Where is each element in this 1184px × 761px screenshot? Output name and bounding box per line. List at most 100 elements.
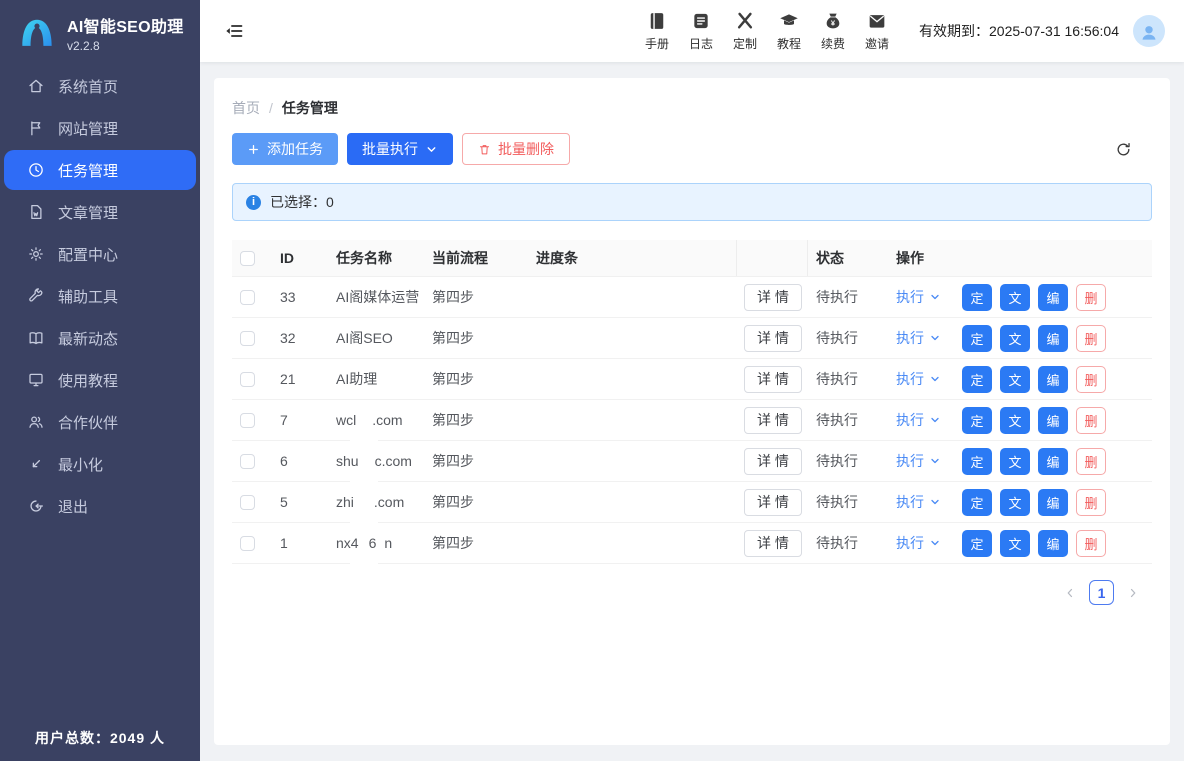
- action-button-article[interactable]: 文: [1000, 530, 1030, 557]
- sidebar-item-assist-tools[interactable]: 辅助工具: [4, 276, 196, 316]
- detail-button[interactable]: 详 情: [744, 366, 802, 393]
- sidebar-item-partners[interactable]: 合作伙伴: [4, 402, 196, 442]
- cell-id: 32: [272, 330, 328, 346]
- col-header-detail: [736, 240, 808, 276]
- breadcrumb-home[interactable]: 首页: [232, 98, 260, 118]
- action-button-delete[interactable]: 删: [1076, 407, 1106, 434]
- detail-button[interactable]: 详 情: [744, 325, 802, 352]
- row-checkbox[interactable]: [240, 454, 255, 469]
- sidebar-item-latest-news[interactable]: 最新动态: [4, 318, 196, 358]
- batch-execute-button[interactable]: 批量执行: [347, 133, 453, 165]
- quick-link-invite[interactable]: 邀请: [855, 11, 899, 52]
- chevron-down-icon: [425, 143, 438, 156]
- action-button-article[interactable]: 文: [1000, 366, 1030, 393]
- execute-dropdown[interactable]: 执行: [896, 533, 941, 553]
- sidebar-item-article-management[interactable]: 文章管理: [4, 192, 196, 232]
- action-button-edit[interactable]: 编: [1038, 530, 1068, 557]
- action-button-schedule[interactable]: 定: [962, 284, 992, 311]
- cell-id: 5: [272, 494, 328, 510]
- action-button-article[interactable]: 文: [1000, 448, 1030, 475]
- cell-actions: 执行 定文编删: [888, 448, 1152, 475]
- action-button-schedule[interactable]: 定: [962, 366, 992, 393]
- action-button-delete[interactable]: 删: [1076, 366, 1106, 393]
- add-task-button[interactable]: 添加任务: [232, 133, 338, 165]
- sidebar-item-minimize[interactable]: 最小化: [4, 444, 196, 484]
- action-button-article[interactable]: 文: [1000, 489, 1030, 516]
- page-number[interactable]: 1: [1089, 580, 1114, 605]
- action-button-edit[interactable]: 编: [1038, 325, 1068, 352]
- row-checkbox[interactable]: [240, 331, 255, 346]
- row-checkbox[interactable]: [240, 495, 255, 510]
- execute-dropdown[interactable]: 执行: [896, 287, 941, 307]
- sidebar-menu: 系统首页网站管理任务管理文章管理配置中心辅助工具最新动态使用教程合作伙伴最小化退…: [0, 66, 200, 526]
- action-button-article[interactable]: 文: [1000, 325, 1030, 352]
- action-button-edit[interactable]: 编: [1038, 284, 1068, 311]
- collapse-menu-icon[interactable]: [224, 21, 244, 41]
- cell-current-step: 第四步: [424, 492, 528, 512]
- batch-delete-button[interactable]: 批量删除: [462, 133, 570, 165]
- row-checkbox[interactable]: [240, 372, 255, 387]
- action-button-edit[interactable]: 编: [1038, 448, 1068, 475]
- action-button-edit[interactable]: 编: [1038, 407, 1068, 434]
- sidebar-item-task-management[interactable]: 任务管理: [4, 150, 196, 190]
- execute-dropdown[interactable]: 执行: [896, 369, 941, 389]
- document-icon: [27, 203, 45, 221]
- flag-icon: [27, 119, 45, 137]
- execute-dropdown[interactable]: 执行: [896, 328, 941, 348]
- sidebar-item-site-management[interactable]: 网站管理: [4, 108, 196, 148]
- sidebar-item-exit[interactable]: 退出: [4, 486, 196, 526]
- detail-button[interactable]: 详 情: [744, 407, 802, 434]
- detail-button[interactable]: 详 情: [744, 284, 802, 311]
- action-button-schedule[interactable]: 定: [962, 407, 992, 434]
- trash-icon: [478, 143, 491, 156]
- sidebar-item-home[interactable]: 系统首页: [4, 66, 196, 106]
- expiry-text: 有效期到：2025-07-31 16:56:04: [919, 21, 1119, 41]
- quick-link-manual[interactable]: 手册: [635, 11, 679, 52]
- action-button-schedule[interactable]: 定: [962, 530, 992, 557]
- detail-button[interactable]: 详 情: [744, 489, 802, 516]
- quick-link-logs[interactable]: 日志: [679, 11, 723, 52]
- sidebar-item-label: 任务管理: [58, 160, 118, 181]
- detail-button[interactable]: 详 情: [744, 530, 802, 557]
- quick-link-customize[interactable]: 定制: [723, 11, 767, 52]
- avatar[interactable]: [1133, 15, 1165, 47]
- sidebar-item-tutorial[interactable]: 使用教程: [4, 360, 196, 400]
- sidebar-item-label: 配置中心: [58, 244, 118, 265]
- cell-task-name: nx46n: [328, 535, 424, 551]
- action-button-delete[interactable]: 删: [1076, 530, 1106, 557]
- execute-dropdown[interactable]: 执行: [896, 410, 941, 430]
- action-button-delete[interactable]: 删: [1076, 489, 1106, 516]
- col-header-id: ID: [272, 250, 328, 266]
- quick-link-tutorials[interactable]: 教程: [767, 11, 811, 52]
- toolbar: 添加任务 批量执行 批量删除: [232, 133, 1152, 165]
- row-checkbox[interactable]: [240, 536, 255, 551]
- cell-actions: 执行 定文编删: [888, 489, 1152, 516]
- select-all-checkbox[interactable]: [240, 251, 255, 266]
- action-button-edit[interactable]: 编: [1038, 489, 1068, 516]
- prev-page-icon[interactable]: [1063, 586, 1077, 600]
- row-checkbox[interactable]: [240, 290, 255, 305]
- quick-link-renew[interactable]: ¥续费: [811, 11, 855, 52]
- next-page-icon[interactable]: [1126, 586, 1140, 600]
- action-button-schedule[interactable]: 定: [962, 489, 992, 516]
- action-button-article[interactable]: 文: [1000, 407, 1030, 434]
- detail-button[interactable]: 详 情: [744, 448, 802, 475]
- action-button-delete[interactable]: 删: [1076, 284, 1106, 311]
- money-bag-icon: ¥: [823, 11, 843, 31]
- action-button-schedule[interactable]: 定: [962, 448, 992, 475]
- action-button-article[interactable]: 文: [1000, 284, 1030, 311]
- app-version: v2.2.8: [67, 39, 184, 53]
- action-button-delete[interactable]: 删: [1076, 325, 1106, 352]
- cell-status: 待执行: [808, 533, 888, 553]
- refresh-icon[interactable]: [1115, 141, 1132, 158]
- cell-actions: 执行 定文编删: [888, 325, 1152, 352]
- row-checkbox[interactable]: [240, 413, 255, 428]
- task-name-text: c.com: [375, 453, 412, 469]
- sidebar-item-config-center[interactable]: 配置中心: [4, 234, 196, 274]
- execute-dropdown[interactable]: 执行: [896, 492, 941, 512]
- action-button-schedule[interactable]: 定: [962, 325, 992, 352]
- action-button-delete[interactable]: 删: [1076, 448, 1106, 475]
- action-button-edit[interactable]: 编: [1038, 366, 1068, 393]
- checkbox-cell: [232, 289, 272, 306]
- execute-dropdown[interactable]: 执行: [896, 451, 941, 471]
